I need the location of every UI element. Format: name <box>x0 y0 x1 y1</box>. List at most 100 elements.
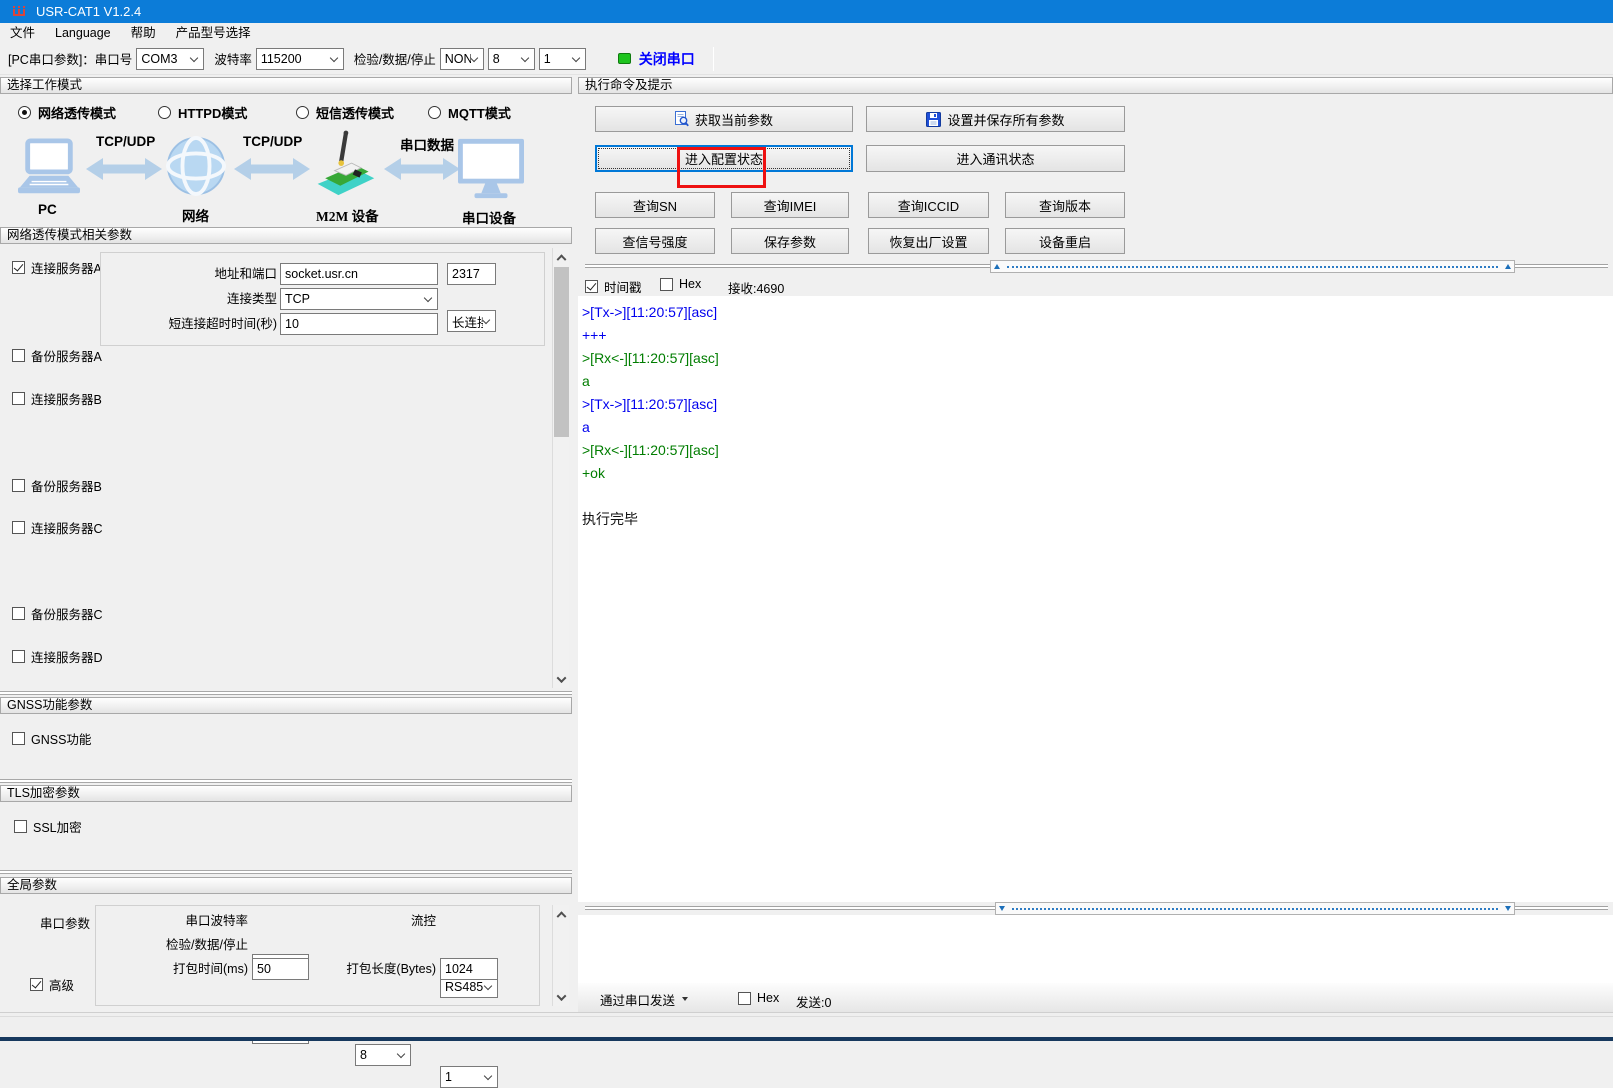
checkbox-advanced[interactable]: 高级 <box>30 975 74 994</box>
pack-length-input[interactable]: 1024 <box>440 958 498 980</box>
window-titlebar[interactable]: USR-CAT1 V1.2.4 <box>0 0 1613 23</box>
checkbox-icon <box>12 650 25 663</box>
conn-type-select[interactable]: TCP <box>280 288 438 310</box>
checkbox-icon <box>12 261 25 274</box>
toolbar-separator <box>713 47 714 71</box>
short-conn-timeout-input[interactable]: 10 <box>280 313 438 335</box>
radio-mqtt-mode[interactable]: MQTT模式 <box>428 103 511 122</box>
menu-bar: 文件 Language 帮助 产品型号选择 <box>0 23 1613 43</box>
query-iccid-button[interactable]: 查询ICCID <box>868 192 989 218</box>
scroll-down-icon[interactable] <box>553 989 570 1006</box>
pc-serial-label: [PC串口参数]：串口号 <box>8 49 132 68</box>
tls-header: TLS加密参数 <box>0 785 572 802</box>
serial-databits-select[interactable]: 8 <box>355 1044 411 1066</box>
radio-icon <box>296 106 309 119</box>
arrow-network-m2m-icon <box>234 157 310 181</box>
checkbox-icon <box>12 732 25 745</box>
com-port-select[interactable]: COM3 <box>136 48 204 70</box>
menu-file[interactable]: 文件 <box>0 23 45 43</box>
radio-sms-passthrough[interactable]: 短信透传模式 <box>296 103 394 122</box>
scroll-down-icon[interactable] <box>553 671 570 688</box>
checkbox-connect-server-b[interactable]: 连接服务器B <box>12 389 102 408</box>
collapse-arrow-icon <box>999 906 1005 911</box>
factory-reset-button[interactable]: 恢复出厂设置 <box>868 228 989 254</box>
left-panel-scrollbar[interactable] <box>552 248 569 688</box>
server-a-address-input[interactable]: socket.usr.cn <box>280 263 438 285</box>
radio-httpd-mode[interactable]: HTTPD模式 <box>158 103 247 122</box>
checkbox-gnss[interactable]: GNSS功能 <box>12 729 91 748</box>
save-params-button[interactable]: 保存参数 <box>731 228 849 254</box>
checkbox-icon <box>12 349 25 362</box>
log-line: >[Rx<-][11:20:57][asc] <box>582 347 1613 370</box>
scroll-up-icon[interactable] <box>553 905 570 922</box>
menu-product-model[interactable]: 产品型号选择 <box>166 23 261 43</box>
send-toolstrip <box>578 983 1613 1012</box>
global-scrollbar[interactable] <box>552 905 569 1006</box>
stopbits-select[interactable]: 1 <box>539 48 586 70</box>
splitter-dots <box>1007 266 1498 268</box>
baud-select[interactable]: 115200 <box>256 48 344 70</box>
checkbox-icon <box>14 820 27 833</box>
checkbox-connect-server-d[interactable]: 连接服务器D <box>12 647 103 666</box>
enter-comm-button[interactable]: 进入通讯状态 <box>866 145 1125 172</box>
databits-select[interactable]: 8 <box>488 48 535 70</box>
keepalive-select[interactable]: 长连接 <box>447 310 496 332</box>
collapse-arrow-icon <box>1505 264 1511 269</box>
scroll-up-icon[interactable] <box>553 248 570 265</box>
menu-help[interactable]: 帮助 <box>121 23 166 43</box>
sent-counter: 发送:0 <box>796 992 831 1011</box>
checkbox-icon <box>30 978 43 991</box>
set-save-params-button[interactable]: 设置并保存所有参数 <box>866 106 1125 132</box>
checkbox-ssl[interactable]: SSL加密 <box>14 817 82 836</box>
scrollbar-thumb[interactable] <box>554 267 569 437</box>
serial-stopbits-select[interactable]: 1 <box>440 1066 498 1088</box>
query-signal-button[interactable]: 查信号强度 <box>595 228 715 254</box>
commands-header: 执行命令及提示 <box>578 77 1613 94</box>
query-imei-button[interactable]: 查询IMEI <box>731 192 849 218</box>
link-label-tcp-udp-1: TCP/UDP <box>96 134 155 149</box>
status-strip <box>0 1012 1613 1037</box>
node-label-network: 网络 <box>182 205 209 225</box>
checkbox-recv-hex[interactable]: Hex <box>660 277 701 291</box>
section-separator <box>0 691 572 695</box>
send-splitter-handle[interactable] <box>995 902 1515 915</box>
log-line: >[Rx<-][11:20:57][asc] <box>582 439 1613 462</box>
log-line: a <box>582 416 1613 439</box>
checkbox-send-hex[interactable]: Hex <box>738 991 779 1005</box>
serial-device-monitor-icon <box>458 138 524 200</box>
send-via-serial-button[interactable]: 通过串口发送 <box>600 989 688 1009</box>
log-line <box>582 485 1613 508</box>
m2m-device-icon <box>312 128 378 202</box>
app-logo-icon <box>12 5 28 19</box>
close-port-button[interactable]: 关闭串口 <box>618 49 695 69</box>
checkbox-timestamp[interactable]: 时间戳 <box>585 277 642 296</box>
link-label-serial-data: 串口数据 <box>400 134 454 154</box>
checkbox-backup-server-c[interactable]: 备份服务器C <box>12 604 103 623</box>
log-output-area[interactable]: >[Tx->][11:20:57][asc] +++ >[Rx<-][11:20… <box>578 296 1613 902</box>
serial-params-label: 串口参数 <box>40 913 90 932</box>
send-text-area[interactable] <box>578 915 1613 983</box>
log-line: >[Tx->][11:20:57][asc] <box>582 301 1613 324</box>
log-line: +ok <box>582 462 1613 485</box>
chevron-down-icon <box>482 316 490 324</box>
chevron-down-icon <box>572 53 580 61</box>
checkbox-backup-server-b[interactable]: 备份服务器B <box>12 476 102 495</box>
device-restart-button[interactable]: 设备重启 <box>1005 228 1125 254</box>
checkbox-icon <box>12 521 25 534</box>
checkbox-connect-server-c[interactable]: 连接服务器C <box>12 518 103 537</box>
pack-time-input[interactable]: 50 <box>252 958 309 980</box>
log-splitter-handle[interactable] <box>990 260 1515 273</box>
server-a-port-input[interactable]: 2317 <box>447 263 496 285</box>
radio-net-passthrough[interactable]: 网络透传模式 <box>18 103 116 122</box>
window-title: USR-CAT1 V1.2.4 <box>36 4 141 19</box>
menu-language[interactable]: Language <box>45 23 121 43</box>
pc-laptop-icon <box>18 138 80 198</box>
net-params-header: 网络透传模式相关参数 <box>0 227 572 244</box>
parity-select[interactable]: NONI <box>440 48 484 70</box>
query-version-button[interactable]: 查询版本 <box>1005 192 1125 218</box>
checkbox-backup-server-a[interactable]: 备份服务器A <box>12 346 102 365</box>
get-params-button[interactable]: 获取当前参数 <box>595 106 853 132</box>
chevron-down-icon <box>470 53 478 61</box>
query-sn-button[interactable]: 查询SN <box>595 192 715 218</box>
checkbox-connect-server-a[interactable]: 连接服务器A <box>12 258 102 277</box>
